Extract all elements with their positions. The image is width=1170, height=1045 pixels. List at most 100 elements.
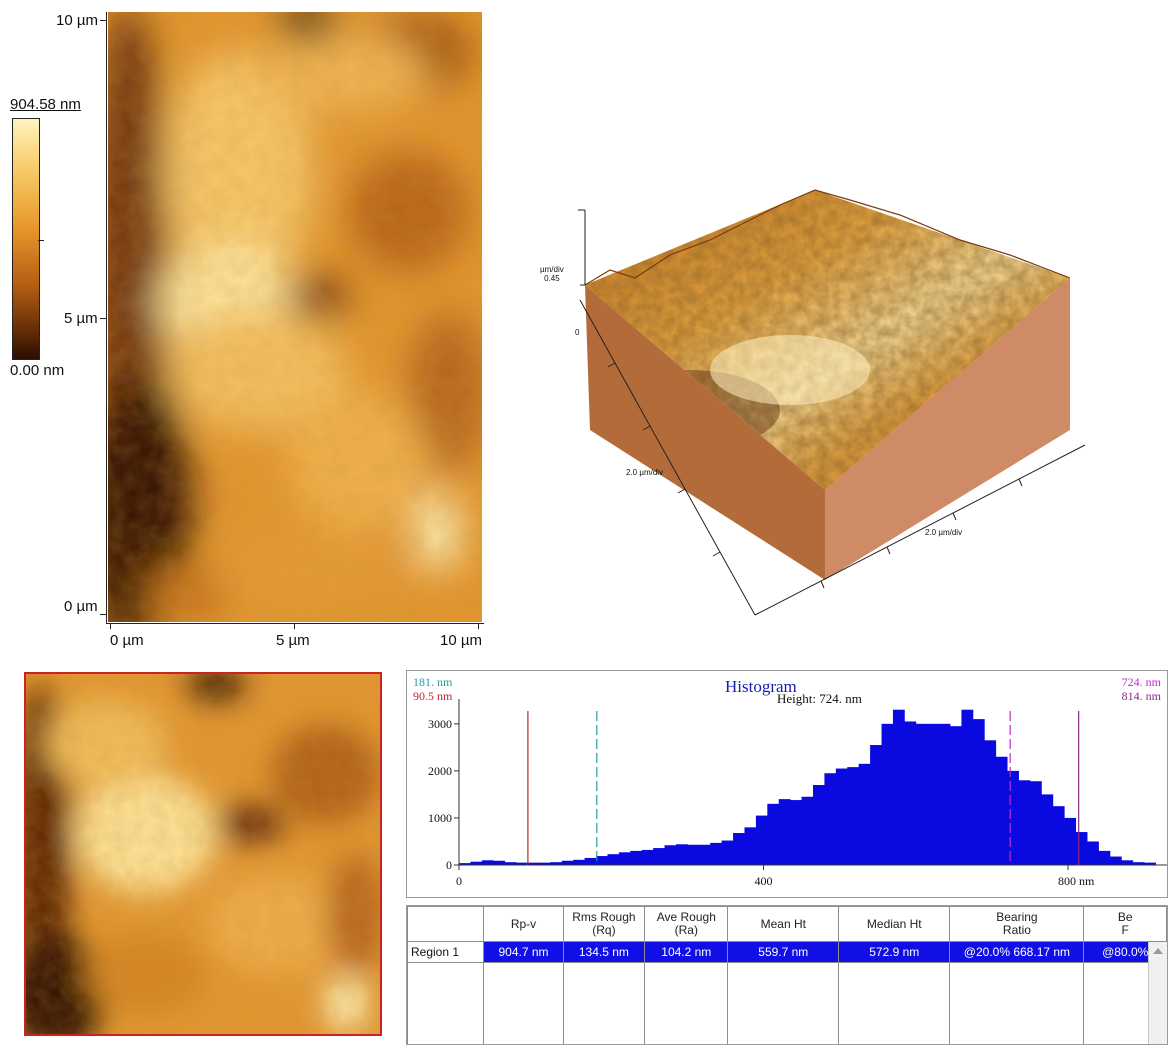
histogram-bar (996, 757, 1008, 865)
empty-cell (563, 963, 644, 1045)
column-header-6[interactable]: BearingRatio (950, 907, 1084, 942)
histogram-y-tick-label: 2000 (428, 764, 452, 778)
y-axis-label-top: 10 µm (56, 12, 98, 29)
histogram-y-tick-label: 0 (446, 858, 452, 872)
table-cell[interactable]: @20.0% 668.17 nm (950, 942, 1084, 963)
histogram-bar (596, 856, 608, 865)
afm-height-map (108, 12, 482, 622)
column-header-text: (Ra) (647, 924, 725, 937)
empty-cell (645, 963, 728, 1045)
column-header-text: F (1086, 924, 1164, 937)
histogram-bar (927, 724, 939, 865)
table-row[interactable]: Region 1904.7 nm134.5 nm104.2 nm559.7 nm… (408, 942, 1167, 963)
column-header-3[interactable]: Ave Rough(Ra) (645, 907, 728, 942)
column-header-7[interactable]: BeF (1084, 907, 1167, 942)
histogram-bar (585, 858, 597, 865)
roughness-grid: Rp-vRms Rough(Rq)Ave Rough(Ra)Mean HtMed… (407, 906, 1167, 1045)
column-header-text: Median Ht (841, 918, 947, 931)
x-axis-label-mid: 5 µm (276, 632, 310, 649)
histogram-bar (1007, 771, 1019, 865)
table-cell[interactable]: 572.9 nm (839, 942, 950, 963)
histogram-chart: 01000200030000400800 nm (407, 671, 1167, 897)
table-header-row: Rp-vRms Rough(Rq)Ave Rough(Ra)Mean HtMed… (408, 907, 1167, 942)
histogram-bar (642, 850, 654, 865)
column-header-4[interactable]: Mean Ht (728, 907, 839, 942)
histogram-bar (893, 710, 905, 865)
histogram-bar (984, 740, 996, 865)
colorbar-max-label: 904.58 nm (10, 96, 81, 113)
empty-cell (408, 963, 484, 1045)
histogram-bar (790, 800, 802, 865)
histogram-y-tick-label: 3000 (428, 717, 452, 731)
histogram-x-tick-label: 0 (456, 874, 462, 888)
empty-cell (950, 963, 1084, 1045)
histogram-bar (1019, 780, 1031, 865)
z-axis-max: 0.45 (540, 274, 564, 283)
table-cell[interactable]: 904.7 nm (484, 942, 563, 963)
column-header-2[interactable]: Rms Rough(Rq) (563, 907, 644, 942)
histogram-bar (916, 724, 928, 865)
column-header-text: (Rq) (566, 924, 642, 937)
afm-region-map (26, 674, 380, 1034)
histogram-bar (573, 860, 585, 865)
histogram-bar (847, 767, 859, 865)
histogram-bar (756, 816, 768, 865)
roughness-table[interactable]: Rp-vRms Rough(Rq)Ave Rough(Ra)Mean HtMed… (406, 905, 1168, 1045)
row-header[interactable]: Region 1 (408, 942, 484, 963)
x-axis-3d-label: 2.0 µm/div (925, 528, 962, 537)
afm-selected-region-image[interactable] (24, 672, 382, 1036)
afm-height-image[interactable] (108, 12, 482, 622)
height-colorbar (12, 118, 40, 360)
histogram-bar (904, 721, 916, 865)
histogram-bar (630, 851, 642, 865)
histogram-bar (493, 861, 505, 865)
histogram-bar (1087, 841, 1099, 865)
histogram-bar (607, 854, 619, 865)
histogram-bar (653, 848, 665, 865)
afm-3d-surface[interactable] (540, 160, 1090, 630)
histogram-bar (1121, 860, 1133, 865)
histogram-bar (699, 845, 711, 865)
histogram-bar (836, 769, 848, 865)
z-axis-unit-text: µm/div (540, 265, 564, 274)
z-axis-zero: 0 (575, 328, 579, 337)
histogram-bar (619, 852, 631, 865)
y-axis-label-bottom: 0 µm (64, 598, 98, 615)
histogram-bar (961, 710, 973, 865)
histogram-bar (1053, 806, 1065, 865)
table-cell[interactable]: 559.7 nm (728, 942, 839, 963)
table-cell[interactable]: 104.2 nm (645, 942, 728, 963)
histogram-bar (950, 726, 962, 865)
surface-3d-plot (540, 160, 1090, 630)
histogram-panel[interactable]: 181. nm 90.5 nm Histogram Height: 724. n… (406, 670, 1168, 898)
empty-cell (839, 963, 950, 1045)
y-axis-label-mid: 5 µm (64, 310, 98, 327)
histogram-bar (744, 827, 756, 865)
histogram-bar (1110, 857, 1122, 865)
column-header-text: Rp-v (486, 918, 560, 931)
histogram-bar (676, 844, 688, 865)
histogram-x-tick-label: 800 nm (1058, 874, 1095, 888)
scroll-up-arrow-icon[interactable] (1153, 948, 1163, 954)
colorbar-min-label: 0.00 nm (10, 362, 64, 379)
x-axis-label-left: 0 µm (110, 632, 144, 649)
column-header-0[interactable] (408, 907, 484, 942)
histogram-x-tick-label: 400 (755, 874, 773, 888)
histogram-bar (482, 860, 494, 865)
column-header-5[interactable]: Median Ht (839, 907, 950, 942)
y-axis-3d-label: 2.0 µm/div (626, 468, 663, 477)
histogram-bar (722, 841, 734, 865)
empty-row (408, 963, 1167, 1045)
z-axis-unit: µm/div 0.45 (540, 265, 564, 283)
histogram-bar (870, 745, 882, 865)
histogram-bar (859, 764, 871, 865)
column-header-1[interactable]: Rp-v (484, 907, 563, 942)
x-axis-label-right: 10 µm (440, 632, 482, 649)
empty-cell (728, 963, 839, 1045)
histogram-bar (973, 719, 985, 865)
table-cell[interactable]: 134.5 nm (563, 942, 644, 963)
histogram-bar (882, 724, 894, 865)
histogram-bar (1064, 818, 1076, 865)
table-scrollbar[interactable] (1148, 942, 1167, 1044)
histogram-bar (939, 724, 951, 865)
